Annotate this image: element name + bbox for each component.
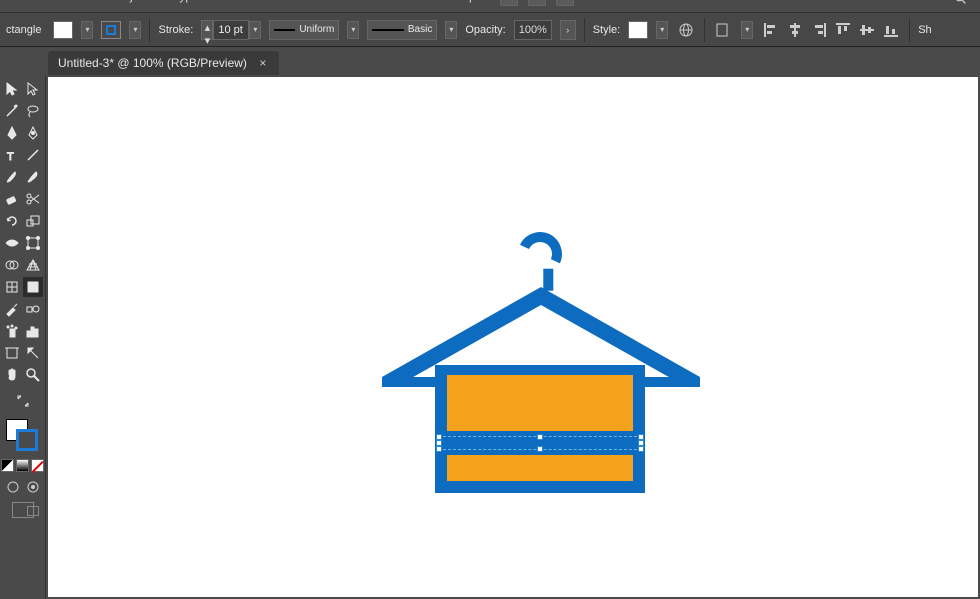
free-transform-tool-icon[interactable] [23,233,43,253]
stroke-profile-select[interactable]: Uniform [269,20,339,40]
resize-handle[interactable] [638,446,644,452]
scissors-tool-icon[interactable] [23,189,43,209]
towel-top-rect[interactable] [446,374,634,432]
align-top-icon[interactable] [833,21,853,39]
shape-builder-tool-icon[interactable] [2,255,22,275]
eyedropper-tool-icon[interactable] [2,299,22,319]
toggle-fill-stroke-icon[interactable] [13,391,33,411]
gradient-mode-icon[interactable] [16,459,29,472]
artboard[interactable] [48,77,978,597]
stock-icon[interactable] [528,0,546,6]
align-bottom-icon[interactable] [881,21,901,39]
stroke-swatch[interactable] [101,21,121,39]
arrange-icon[interactable] [556,0,574,6]
color-mode-icon[interactable] [1,459,14,472]
stroke-profile-dropdown[interactable]: ▾ [347,21,359,39]
selection-tool-icon[interactable] [2,79,22,99]
perspective-grid-tool-icon[interactable] [23,255,43,275]
line-tool-icon[interactable] [23,145,43,165]
svg-text:T: T [7,151,14,163]
bridge-icon[interactable] [500,0,518,6]
draw-normal-icon[interactable] [6,480,20,494]
blend-tool-icon[interactable] [23,299,43,319]
search-icon[interactable] [954,0,972,6]
magic-wand-tool-icon[interactable] [2,101,22,121]
hand-tool-icon[interactable] [2,365,22,385]
stroke-color-swatch[interactable] [16,429,38,451]
resize-handle[interactable] [537,434,543,440]
artboard-tool-icon[interactable] [2,343,22,363]
control-bar: ctangle ▾ ▾ Stroke: ▴▾ 10 pt ▾ Uniform ▾… [0,12,980,47]
selection-bounding-box[interactable] [438,436,642,450]
lasso-tool-icon[interactable] [23,101,43,121]
resize-handle[interactable] [537,446,543,452]
align-hcenter-icon[interactable] [785,21,805,39]
eraser-tool-icon[interactable] [2,189,22,209]
align-vcenter-icon[interactable] [857,21,877,39]
align-to-icon[interactable] [713,20,733,40]
align-right-icon[interactable] [809,21,829,39]
align-to-dropdown[interactable]: ▾ [741,21,753,39]
recolor-icon[interactable] [676,20,696,40]
type-tool-icon[interactable]: T [2,145,22,165]
toolbar: T [0,75,46,599]
fill-stroke-indicator[interactable] [6,419,40,453]
rotate-tool-icon[interactable] [2,211,22,231]
brush-def-select[interactable]: Basic [367,20,437,40]
none-mode-icon[interactable] [31,459,44,472]
align-buttons [761,21,901,39]
gradient-tool-icon[interactable] [23,277,43,297]
document-tab-bar: Untitled-3* @ 100% (RGB/Preview) × [0,47,980,75]
paintbrush-tool-icon[interactable] [2,167,22,187]
shape-type-label: ctangle [6,24,41,36]
curvature-tool-icon[interactable] [23,123,43,143]
pen-tool-icon[interactable] [2,123,22,143]
document-tab[interactable]: Untitled-3* @ 100% (RGB/Preview) × [48,51,279,75]
stroke-dropdown[interactable]: ▾ [129,21,141,39]
opacity-more[interactable]: › [560,20,576,40]
mesh-tool-icon[interactable] [2,277,22,297]
direct-selection-tool-icon[interactable] [23,79,43,99]
opacity-label: Opacity: [465,24,505,36]
stroke-weight-stepper[interactable]: ▴▾ 10 pt ▾ [201,20,261,40]
zoom-tool-icon[interactable] [23,365,43,385]
style-dropdown[interactable]: ▾ [656,21,668,39]
canvas-area [46,75,980,599]
opacity-value[interactable]: 100% [514,20,552,40]
draw-behind-icon[interactable] [26,480,40,494]
menu-bar: File Edit Object Type Select Effect View… [0,0,980,12]
stroke-weight-value[interactable]: 10 pt [213,20,249,40]
symbol-sprayer-tool-icon[interactable] [2,321,22,341]
scale-tool-icon[interactable] [23,211,43,231]
width-tool-icon[interactable] [2,233,22,253]
hanger-hook-shape[interactable] [512,226,568,282]
resize-handle[interactable] [436,446,442,452]
fill-dropdown[interactable]: ▾ [81,21,93,39]
tab-close-icon[interactable]: × [257,56,269,70]
align-left-icon[interactable] [761,21,781,39]
fill-swatch[interactable] [53,21,73,39]
towel-bottom-rect[interactable] [446,454,634,482]
slice-tool-icon[interactable] [23,343,43,363]
style-swatch[interactable] [628,21,648,39]
screen-mode-icon[interactable] [12,502,34,518]
document-tab-title: Untitled-3* @ 100% (RGB/Preview) [58,56,247,70]
brush-def-dropdown[interactable]: ▾ [445,21,457,39]
style-label: Style: [593,24,621,36]
shape-panel-label[interactable]: Sh [918,24,931,36]
stroke-weight-dropdown[interactable]: ▾ [249,21,261,39]
stroke-weight-label: Stroke: [158,24,193,36]
blob-brush-tool-icon[interactable] [23,167,43,187]
column-graph-tool-icon[interactable] [23,321,43,341]
